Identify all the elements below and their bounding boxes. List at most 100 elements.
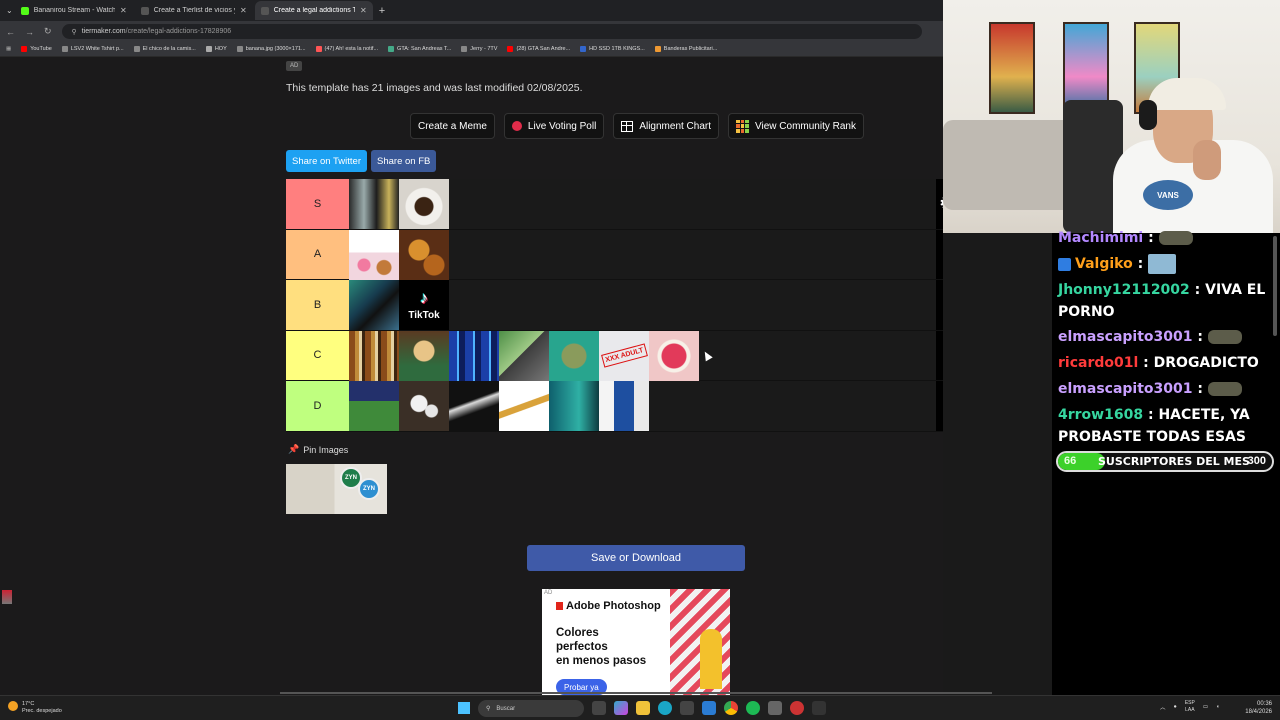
tab-menu-icon[interactable]: ⌄ bbox=[6, 6, 13, 15]
share-fb-button[interactable]: Share on FB bbox=[371, 150, 437, 172]
windows-start-icon[interactable] bbox=[458, 702, 470, 714]
tab-legal-addictions[interactable]: Create a legal addictions Tier Li ✕ bbox=[254, 1, 373, 20]
tier-label[interactable]: S bbox=[286, 179, 349, 229]
close-tab-icon[interactable]: ✕ bbox=[360, 6, 367, 15]
reload-icon[interactable]: ↻ bbox=[44, 26, 52, 37]
temperature: 17°C bbox=[22, 701, 35, 707]
live-voting-poll-button[interactable]: Live Voting Poll bbox=[503, 113, 605, 139]
tier-item-slot-machines[interactable] bbox=[449, 330, 499, 381]
tier-item-tiktok[interactable]: ♪ TikTok bbox=[399, 280, 449, 330]
file-explorer-icon[interactable] bbox=[636, 701, 650, 715]
tier-items[interactable] bbox=[349, 381, 936, 431]
tier-items[interactable] bbox=[349, 229, 936, 280]
tier-item-monster-energy[interactable] bbox=[349, 179, 399, 229]
chat-scrollbar bbox=[1273, 236, 1277, 336]
back-icon[interactable]: ← bbox=[6, 27, 15, 37]
tier-item-online-betting[interactable] bbox=[499, 330, 549, 381]
address-bar[interactable]: ⚲ tiermaker.com/create/legal-addictions-… bbox=[61, 24, 922, 39]
gear-icon[interactable]: ⚙ bbox=[942, 244, 943, 265]
bookmark-folder[interactable]: HOY bbox=[205, 46, 227, 52]
tier-items[interactable]: ♪ TikTok bbox=[349, 280, 936, 330]
tier-item-alcohol[interactable] bbox=[349, 330, 399, 381]
share-buttons: Share on Twitter Share on FB bbox=[286, 150, 437, 172]
new-tab-icon[interactable]: + bbox=[379, 5, 385, 17]
weather-text: Prec. despejado bbox=[22, 708, 62, 714]
save-download-button[interactable]: Save or Download bbox=[527, 545, 745, 571]
apps-grid-icon[interactable]: ▦ bbox=[6, 46, 11, 52]
edge-icon[interactable] bbox=[658, 701, 672, 715]
bookmark-item[interactable]: (28) GTA San Andre... bbox=[507, 46, 570, 52]
mic-icon[interactable]: ● bbox=[1174, 704, 1177, 710]
action-buttons: Create a Meme Live Voting Poll Alignment… bbox=[410, 113, 864, 139]
share-twitter-button[interactable]: Share on Twitter bbox=[286, 150, 368, 172]
bookmark-item[interactable]: Banderas Publicitari... bbox=[654, 46, 717, 52]
photoshop-ad[interactable]: AD Adobe Photoshop Colores perfectos en … bbox=[542, 589, 730, 695]
community-rank-button[interactable]: View Community Rank bbox=[728, 113, 864, 139]
tier-label[interactable]: B bbox=[286, 280, 349, 330]
tier-item-coffee[interactable] bbox=[399, 179, 449, 229]
tab-tierlist-vicios[interactable]: Create a Tierlist de vicios y adic ✕ bbox=[135, 1, 253, 20]
tier-item-vape[interactable] bbox=[549, 381, 599, 431]
tier-item-heated-tobacco[interactable] bbox=[599, 381, 649, 431]
language-indicator[interactable]: ESP LAA bbox=[1185, 700, 1195, 714]
tier-item-smartphone[interactable] bbox=[349, 280, 399, 330]
taskbar-clock[interactable]: 00:36 18/4/2026 bbox=[1245, 700, 1272, 716]
tier-item-xxx-adult[interactable]: XXX ADULT bbox=[599, 330, 649, 381]
tier-item-tongue[interactable] bbox=[649, 330, 699, 381]
spotify-icon[interactable] bbox=[746, 701, 760, 715]
close-tab-icon[interactable]: ✕ bbox=[120, 6, 127, 15]
bookmark-item[interactable]: (47) Ah! esta la notif... bbox=[315, 46, 378, 52]
bookmark-item[interactable]: YouTube bbox=[21, 46, 52, 52]
tier-item-pills[interactable] bbox=[399, 381, 449, 431]
weather-widget[interactable]: 17°C Prec. despejado bbox=[8, 701, 62, 715]
tier-label[interactable]: A bbox=[286, 229, 349, 279]
bookmark-item[interactable]: LSV2 White Tshirt p... bbox=[61, 46, 124, 52]
gear-icon[interactable]: ⚙ bbox=[942, 345, 943, 366]
network-icon[interactable]: ▭ bbox=[1203, 704, 1208, 710]
app-icon[interactable] bbox=[768, 701, 782, 715]
gear-icon[interactable]: ⚙ bbox=[942, 395, 943, 416]
tray-chevron-icon[interactable]: ︿ bbox=[1160, 703, 1166, 711]
tier-item-powder[interactable] bbox=[449, 381, 499, 431]
volume-icon[interactable]: ◖ bbox=[1216, 704, 1219, 710]
mail-icon[interactable] bbox=[702, 701, 716, 715]
tier-items[interactable]: XXX ADULT bbox=[349, 330, 936, 381]
tier-item-sports-betting[interactable] bbox=[349, 381, 399, 431]
bookmark-item[interactable]: banana.jpg (3000×171... bbox=[236, 46, 306, 52]
store-icon[interactable] bbox=[680, 701, 694, 715]
app-icon[interactable] bbox=[790, 701, 804, 715]
tier-grid-icon bbox=[736, 119, 750, 133]
obs-icon[interactable] bbox=[812, 701, 826, 715]
emote-icon bbox=[1158, 231, 1193, 245]
chat-username: elmascapito3001 bbox=[1058, 329, 1193, 345]
bookmark-item[interactable]: El chico de la camis... bbox=[133, 46, 196, 52]
tier-items[interactable] bbox=[349, 179, 936, 229]
subs-goal-bar: 66 SUSCRIPTORES DEL MES 300 bbox=[1056, 451, 1274, 472]
tier-item-cigarette[interactable] bbox=[499, 381, 549, 431]
forward-icon[interactable]: → bbox=[25, 27, 34, 37]
tier-item-gambling-table[interactable] bbox=[399, 330, 449, 381]
chrome-icon[interactable] bbox=[724, 701, 738, 715]
unranked-item-zyn[interactable]: ZYN ZYN bbox=[286, 464, 387, 514]
emote-icon bbox=[1148, 254, 1177, 274]
taskbar-search[interactable]: ⚲ Buscar bbox=[478, 700, 584, 717]
tab-kick-stream[interactable]: Bananirou Stream - Watch Live ✕ bbox=[15, 1, 133, 20]
horizontal-scrollbar[interactable] bbox=[280, 692, 992, 694]
bookmark-item[interactable]: GTA: San Andreas T... bbox=[388, 46, 451, 52]
site-info-icon[interactable]: ⚲ bbox=[72, 28, 77, 36]
subs-label: SUSCRIPTORES DEL MES bbox=[1098, 455, 1250, 468]
task-view-icon[interactable] bbox=[592, 701, 606, 715]
create-meme-button[interactable]: Create a Meme bbox=[410, 113, 495, 139]
tier-label[interactable]: C bbox=[286, 330, 349, 380]
gear-icon[interactable]: ⚙ bbox=[942, 294, 943, 315]
bookmark-item[interactable]: HD SSD 1TB KINGS... bbox=[580, 46, 645, 52]
tier-item-cannabis[interactable] bbox=[549, 330, 599, 381]
tier-item-sugar[interactable] bbox=[349, 229, 399, 280]
close-tab-icon[interactable]: ✕ bbox=[240, 6, 247, 15]
tier-label[interactable]: D bbox=[286, 381, 349, 431]
copilot-icon[interactable] bbox=[614, 701, 628, 715]
alignment-chart-button[interactable]: Alignment Chart bbox=[613, 113, 720, 139]
bookmark-item[interactable]: Jerry - 7TV bbox=[461, 46, 497, 52]
tier-item-fast-food[interactable] bbox=[399, 229, 449, 280]
pin-images-toggle[interactable]: 📌 Pin Images bbox=[288, 444, 348, 455]
